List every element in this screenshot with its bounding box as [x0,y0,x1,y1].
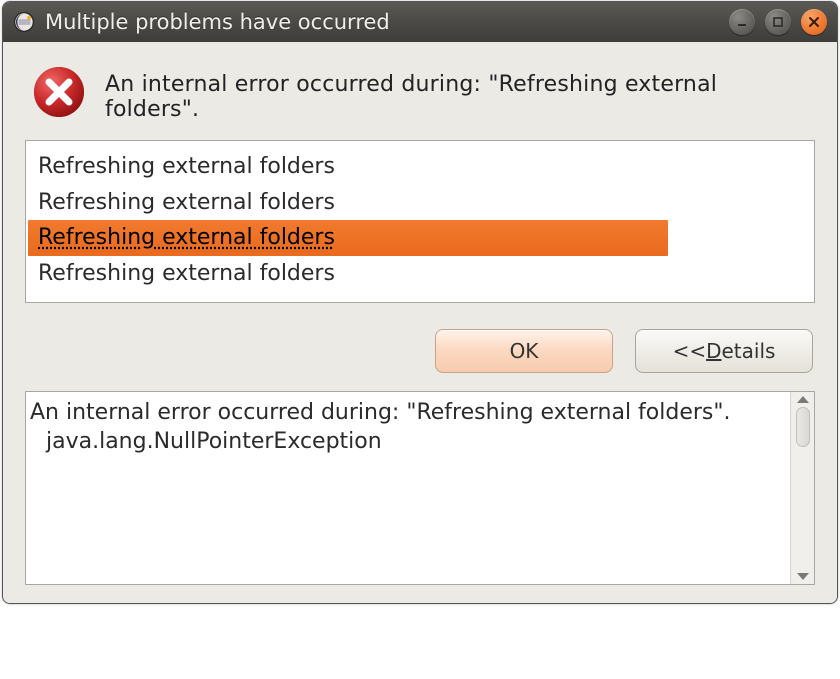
list-item-selected[interactable]: Refreshing external folders [32,220,808,256]
message-row: An internal error occurred during: "Refr… [3,42,837,140]
details-line-1: An internal error occurred during: "Refr… [30,400,731,425]
details-panel: An internal error occurred during: "Refr… [25,391,815,585]
scroll-thumb[interactable] [796,407,810,447]
list-item-label: Refreshing external folders [34,154,335,179]
list-item-label: Refreshing external folders [34,225,335,250]
message-text: An internal error occurred during: "Refr… [105,66,815,122]
ok-button[interactable]: OK [435,329,613,373]
dialog-client: An internal error occurred during: "Refr… [3,42,837,603]
scrollbar[interactable] [790,392,814,584]
scroll-track[interactable] [796,407,810,569]
details-text[interactable]: An internal error occurred during: "Refr… [26,392,790,584]
details-prefix: << [673,339,707,363]
details-line-2: java.lang.NullPointerException [30,427,782,457]
button-row: OK << Details [3,303,837,391]
list-item-label: Refreshing external folders [34,261,335,286]
problem-list[interactable]: Refreshing external folders Refreshing e… [25,140,815,303]
list-item[interactable]: Refreshing external folders [32,256,808,292]
error-icon [33,66,85,118]
list-item[interactable]: Refreshing external folders [32,185,808,221]
list-item[interactable]: Refreshing external folders [32,149,808,185]
minimize-button[interactable] [729,9,755,35]
title-text: Multiple problems have occurred [45,10,729,34]
titlebar[interactable]: Multiple problems have occurred [3,2,837,42]
details-rest: etails [721,339,775,363]
details-button[interactable]: << Details [635,329,813,373]
scroll-down-icon[interactable] [797,573,809,580]
details-mnemonic: D [706,339,721,363]
ok-button-label: OK [510,339,539,363]
eclipse-icon [13,11,35,33]
scroll-up-icon[interactable] [797,396,809,403]
maximize-button[interactable] [765,9,791,35]
window-controls [729,9,827,35]
close-button[interactable] [801,9,827,35]
dialog-window: Multiple problems have occurred [2,1,838,604]
list-item-label: Refreshing external folders [34,190,335,215]
